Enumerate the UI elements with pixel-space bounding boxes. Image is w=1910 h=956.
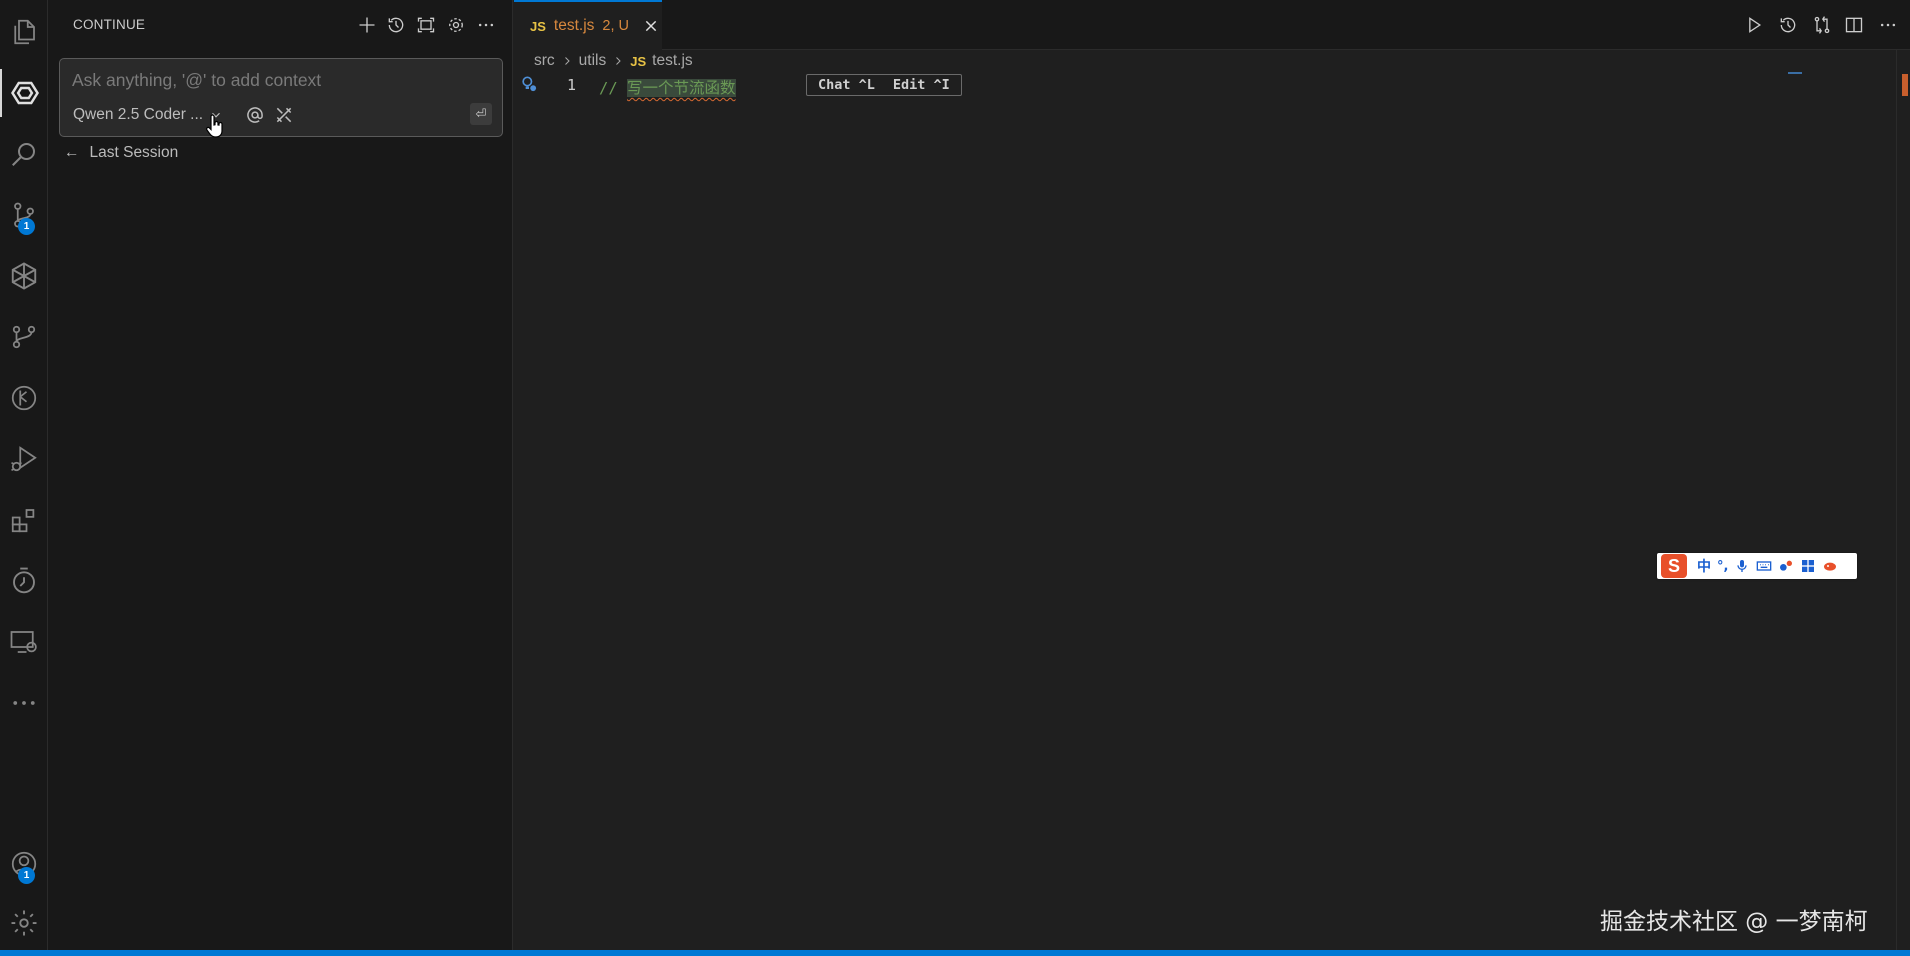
lightbulb-icon[interactable]	[519, 74, 539, 94]
continue-icon[interactable]	[0, 69, 48, 117]
history-button[interactable]	[383, 12, 409, 38]
source-control-badge: 1	[18, 218, 35, 235]
watermark: 掘金技术社区 @ 一梦南柯	[1600, 909, 1868, 935]
breadcrumb: src utils JS test.js	[534, 50, 693, 72]
history-icon	[1780, 17, 1796, 33]
last-session-label: Last Session	[89, 144, 179, 161]
accounts-badge: 1	[18, 867, 35, 884]
js-file-icon: JS	[630, 53, 647, 69]
history-icon	[388, 17, 404, 33]
hand-cursor-icon	[206, 114, 223, 138]
scrollbar-marker[interactable]	[1902, 74, 1908, 96]
scrollbar-track	[1896, 50, 1897, 950]
ellipsis-icon	[478, 23, 494, 27]
tools-icon	[276, 107, 292, 123]
at-icon	[247, 107, 263, 123]
continue-panel: CONTINUE Qwen 2.5 Coder ... ⏎	[48, 0, 513, 950]
fullscreen-icon	[417, 17, 435, 33]
source-control-icon[interactable]: 1	[0, 191, 48, 239]
line-number: 1	[566, 76, 576, 94]
ellipsis-icon	[1880, 23, 1896, 27]
tab-status: 2, U	[602, 18, 629, 34]
file-history-button[interactable]	[1776, 13, 1800, 37]
edit-hint[interactable]: Edit ^I	[893, 77, 950, 93]
compare-changes-button[interactable]	[1810, 13, 1834, 37]
tools-button[interactable]	[272, 103, 296, 127]
accounts-icon[interactable]: 1	[0, 840, 48, 888]
settings-button[interactable]	[443, 12, 469, 38]
model-select[interactable]: Qwen 2.5 Coder ...	[73, 103, 223, 127]
chevron-right-icon	[564, 57, 570, 65]
split-editor-button[interactable]	[1842, 13, 1866, 37]
new-session-button[interactable]	[354, 12, 380, 38]
chat-input-box: Qwen 2.5 Coder ... ⏎	[59, 58, 503, 138]
chat-input[interactable]	[72, 67, 492, 93]
last-session-link[interactable]: ← Last Session	[64, 142, 178, 164]
timeline-icon[interactable]	[0, 557, 48, 605]
git-branch-icon[interactable]	[0, 313, 48, 361]
tab-filename: test.js	[553, 17, 595, 34]
editor-more-button[interactable]	[1876, 13, 1900, 37]
arrow-left-icon: ←	[64, 144, 80, 161]
ime-toolbar: S 中 °,	[1657, 553, 1857, 579]
plus-icon	[359, 17, 375, 33]
status-bar	[0, 950, 1910, 956]
tab-bar: JS test.js 2, U	[514, 0, 1910, 50]
chevron-right-icon	[616, 57, 621, 65]
breadcrumb-utils[interactable]: utils	[579, 52, 607, 70]
extensions-icon[interactable]	[0, 496, 48, 544]
close-icon[interactable]	[643, 18, 659, 34]
editor-area: JS test.js 2, U src utils JS test.js 1 /…	[514, 0, 1910, 950]
js-file-icon: JS	[530, 18, 546, 34]
breadcrumb-file[interactable]: test.js	[652, 52, 692, 70]
breadcrumb-src[interactable]: src	[534, 52, 555, 70]
run-debug-icon[interactable]	[0, 435, 48, 483]
tab-test-js[interactable]: JS test.js 2, U	[514, 0, 662, 50]
minimap-marker	[1788, 72, 1802, 74]
marscode-icon[interactable]	[0, 252, 48, 300]
more-actions-button[interactable]	[473, 12, 499, 38]
skin-icon[interactable]	[1778, 558, 1794, 574]
code-text[interactable]: // 写一个节流函数	[599, 76, 736, 98]
code-line[interactable]: 1 // 写一个节流函数 Chat ^L Edit ^I	[514, 74, 1814, 98]
mention-button[interactable]	[243, 103, 267, 127]
mascot-icon[interactable]	[1822, 558, 1838, 574]
search-icon[interactable]	[0, 130, 48, 178]
gear-icon[interactable]	[0, 899, 48, 947]
panel-title: CONTINUE	[73, 17, 146, 32]
keyboard-icon[interactable]	[1756, 558, 1772, 574]
compare-icon	[1814, 16, 1830, 34]
ime-logo[interactable]: S	[1661, 554, 1687, 578]
ime-punct[interactable]: °,	[1717, 559, 1728, 574]
more-icon[interactable]	[0, 679, 48, 727]
gitlens-icon[interactable]	[0, 374, 48, 422]
split-icon	[1845, 17, 1863, 33]
gear-icon	[449, 18, 463, 32]
comment-text: 写一个节流函数	[627, 79, 736, 97]
chat-hint[interactable]: Chat ^L	[818, 77, 875, 93]
enter-icon: ⏎	[475, 106, 487, 122]
comment-prefix: //	[599, 79, 627, 97]
fullscreen-button[interactable]	[413, 12, 439, 38]
model-select-label: Qwen 2.5 Coder ...	[73, 106, 204, 123]
run-button[interactable]	[1742, 13, 1766, 37]
play-icon	[1749, 17, 1762, 33]
inline-hint: Chat ^L Edit ^I	[806, 74, 962, 96]
toolbox-icon[interactable]	[1800, 558, 1816, 574]
remote-explorer-icon[interactable]	[0, 618, 48, 666]
activity-bar: 1 1	[0, 0, 48, 950]
explorer-icon[interactable]	[0, 8, 48, 56]
ime-mode[interactable]: 中	[1697, 556, 1711, 576]
panel-header: CONTINUE	[48, 0, 513, 50]
submit-button[interactable]: ⏎	[470, 103, 492, 125]
microphone-icon[interactable]	[1734, 558, 1750, 574]
